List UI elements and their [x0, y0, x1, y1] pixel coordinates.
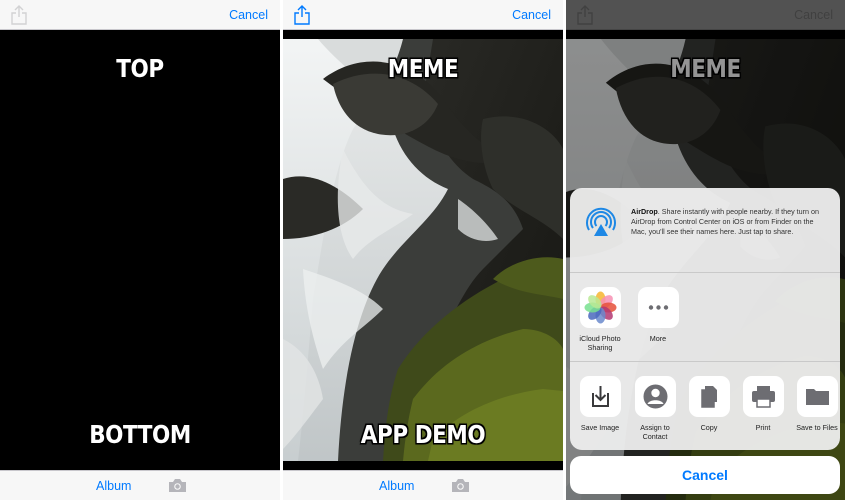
- save-image-icon: [579, 376, 621, 417]
- screen-editor-empty: Cancel TOP BOTTOM Album: [0, 0, 280, 500]
- more-icon: [637, 287, 679, 328]
- airdrop-title: AirDrop: [631, 207, 658, 216]
- action-label: Copy: [700, 423, 718, 432]
- action-save-image[interactable]: Save Image: [573, 376, 627, 432]
- action-label: Save Image: [580, 423, 620, 432]
- action-assign-to-contact[interactable]: Assign to Contact: [628, 376, 682, 441]
- photos-icon: [579, 287, 621, 328]
- meme-canvas: MEME APP DEMO: [283, 30, 563, 470]
- bottom-toolbar: Album: [283, 470, 563, 500]
- share-sheet: AirDrop. Share instantly with people nea…: [570, 188, 840, 450]
- bottom-text-field[interactable]: BOTTOM: [20, 420, 261, 449]
- cancel-button[interactable]: Cancel: [512, 8, 551, 22]
- share-apps-row: iCloud Photo Sharing More: [570, 274, 840, 362]
- cancel-button[interactable]: Cancel: [229, 8, 268, 22]
- airdrop-description: AirDrop. Share instantly with people nea…: [631, 207, 829, 237]
- share-sheet-cancel-button[interactable]: Cancel: [570, 456, 840, 494]
- action-label: Save to Files: [796, 423, 838, 432]
- print-icon: [742, 376, 784, 417]
- share-app-label: iCloud Photo Sharing: [579, 334, 621, 352]
- airdrop-body: . Share instantly with people nearby. If…: [631, 207, 820, 236]
- navigation-bar: Cancel: [0, 0, 280, 30]
- folder-icon: [796, 376, 838, 417]
- album-button[interactable]: Album: [96, 479, 131, 493]
- camera-icon[interactable]: [168, 478, 187, 493]
- contact-icon: [634, 376, 676, 417]
- bottom-text-field[interactable]: APP DEMO: [303, 420, 544, 449]
- album-button[interactable]: Album: [379, 479, 414, 493]
- action-label: Assign to Contact: [640, 423, 670, 441]
- share-actions-row: Save Image Assign to Contact Copy Print: [570, 363, 840, 450]
- action-label: Print: [755, 423, 771, 432]
- action-save-to-files[interactable]: Save to Files: [790, 376, 840, 432]
- screen-share-sheet: Cancel MEME AirDrop. Share instantly wit…: [566, 0, 845, 500]
- navigation-bar: Cancel: [283, 0, 563, 30]
- top-text-field[interactable]: MEME: [303, 54, 544, 83]
- meme-canvas: TOP BOTTOM: [0, 30, 280, 470]
- copy-icon: [688, 376, 730, 417]
- share-app-more[interactable]: More: [631, 287, 685, 343]
- screen-editor-with-image: Cancel MEME APP DEMO Album: [283, 0, 563, 500]
- share-app-label: More: [649, 334, 667, 343]
- share-icon[interactable]: [10, 5, 28, 25]
- action-print[interactable]: Print: [736, 376, 790, 432]
- action-copy[interactable]: Copy: [682, 376, 736, 432]
- waterfall-photo: [283, 39, 563, 461]
- share-app-icloud-photo-sharing[interactable]: iCloud Photo Sharing: [573, 287, 627, 352]
- top-text-field[interactable]: TOP: [20, 54, 261, 83]
- camera-icon[interactable]: [451, 478, 470, 493]
- share-icon[interactable]: [293, 5, 311, 25]
- airdrop-section[interactable]: AirDrop. Share instantly with people nea…: [570, 188, 840, 273]
- airdrop-icon: [583, 204, 619, 240]
- bottom-toolbar: Album: [0, 470, 280, 500]
